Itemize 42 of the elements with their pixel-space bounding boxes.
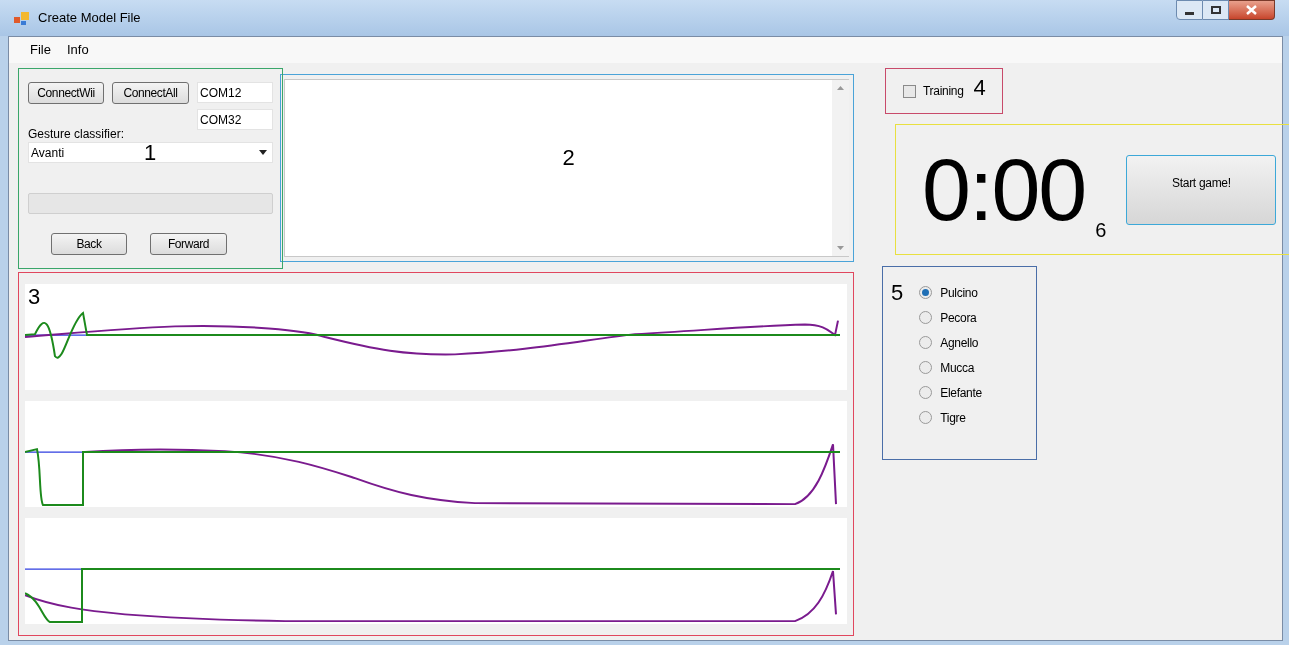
annotation-number: 1 [144,142,157,163]
close-icon [1246,5,1257,15]
close-button[interactable] [1229,0,1275,20]
menu-item[interactable]: Info [66,40,89,60]
back-button[interactable]: Back [51,233,127,255]
radio-label: Elefante [940,384,982,402]
annotation-number: 2 [562,147,575,169]
connect-button[interactable]: ConnectWii [28,82,104,104]
log-text-area[interactable]: 2 [284,79,849,257]
radio-label: Tigre [940,409,966,427]
maximize-button[interactable] [1203,0,1229,20]
start-game-button[interactable]: Start game! [1126,154,1277,225]
classifier-label: Gesture classifier: [28,127,126,141]
training-label: Training [923,83,964,100]
port-field[interactable]: COM32 [197,109,273,130]
annotation-number: 3 [28,286,41,308]
minimize-button[interactable] [1176,0,1203,20]
port-field[interactable]: COM12 [197,82,273,103]
radio-label: Pecora [940,309,977,327]
radio-button[interactable] [919,361,933,374]
radio-button[interactable] [919,386,933,399]
annotation-number: 5 [891,282,904,304]
timer-display: 0:00 [922,145,1086,234]
window-title: Create Model File [38,9,141,28]
forward-button[interactable]: Forward [150,233,227,255]
app-icon [14,11,30,25]
annotation-number: 4 [973,77,986,99]
radio-label: Agnello [940,334,979,352]
radio-button[interactable] [919,411,933,424]
dropdown-caret-icon [259,150,268,155]
classifier-dropdown[interactable]: Avanti 1 [28,142,274,163]
menu-item[interactable]: File [30,40,51,60]
training-checkbox[interactable] [903,84,916,98]
radio-button[interactable] [919,336,933,349]
radio-label: Pulcino [940,284,978,302]
radio-label: Mucca [940,359,975,377]
radio-button[interactable] [919,286,933,299]
connect-button[interactable]: ConnectAll [112,82,189,104]
annotation-number: 6 [1095,219,1107,240]
scroll-down-icon [837,246,844,250]
radio-button[interactable] [919,311,933,324]
scroll-up-icon [837,86,844,90]
